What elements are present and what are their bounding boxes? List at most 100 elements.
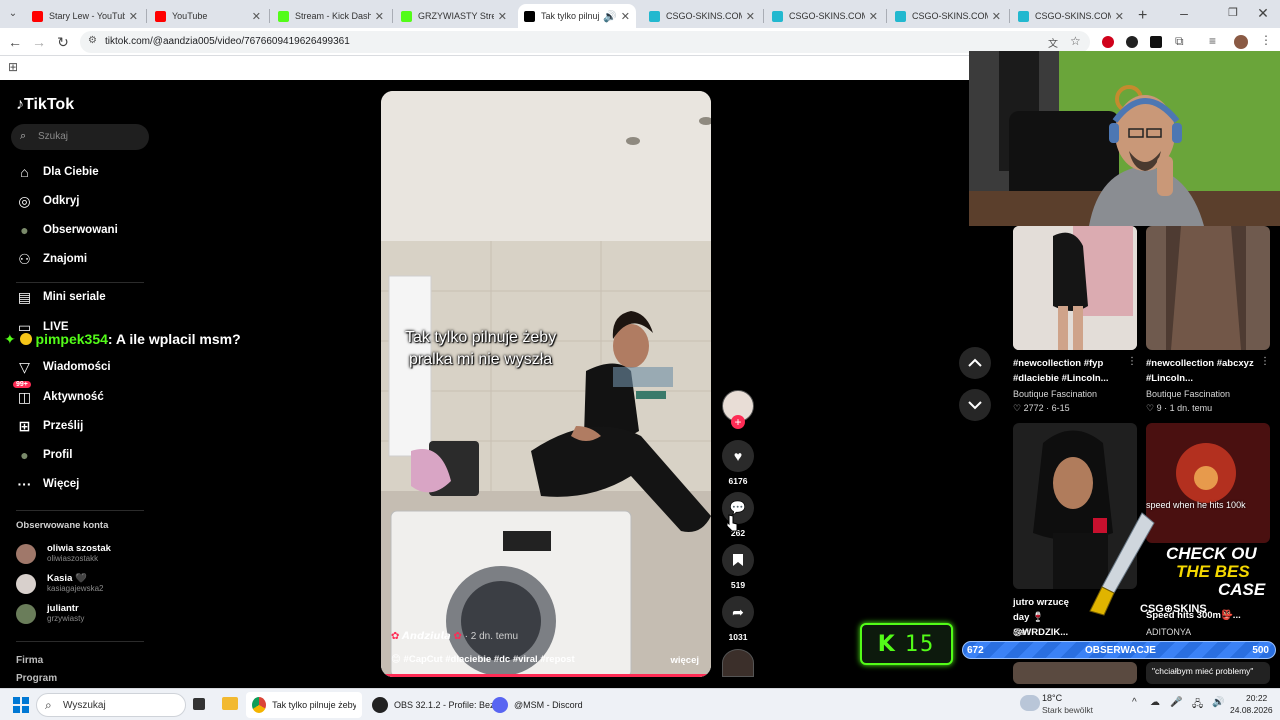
sound-disc-icon[interactable] xyxy=(722,649,754,677)
close-tab-icon[interactable]: ✕ xyxy=(252,10,261,23)
taskbar-app-discord[interactable]: @MSM - Discord xyxy=(492,692,583,718)
adblock-extension-icon[interactable] xyxy=(1102,36,1114,48)
task-view-icon[interactable] xyxy=(193,698,205,710)
audio-icon[interactable]: 🔊 xyxy=(603,10,617,23)
feed-title[interactable]: #newcollection #abcxyz #Lincoln... xyxy=(1146,356,1264,386)
close-tab-icon[interactable]: ✕ xyxy=(992,10,1001,23)
bookmark-star-icon[interactable]: ☆ xyxy=(1070,34,1081,48)
profile-avatar[interactable] xyxy=(1234,35,1248,49)
feed-author[interactable]: ADITONYA xyxy=(1146,627,1191,637)
microphone-icon[interactable]: 🎤 xyxy=(1170,697,1182,708)
video-author[interactable]: 𝘼𝙣𝙙𝙯𝙞𝙪𝙡𝙖 xyxy=(402,631,451,642)
video-hashtags[interactable]: 😊 #CapCut #dlaciebie #dc #viral #repost xyxy=(391,654,575,665)
tab-1[interactable]: Stary Lew - YouTube ✕ xyxy=(26,4,144,28)
tray-app-icon[interactable]: ☁ xyxy=(1150,697,1160,708)
like-button[interactable]: ♥ xyxy=(722,440,754,472)
tab-5[interactable]: Tak tylko pilnuje 🔊 ✕ xyxy=(518,4,636,28)
network-icon[interactable]: 🖧 xyxy=(1192,697,1203,714)
followed-account[interactable]: juliantr grzywiasty xyxy=(16,602,84,626)
forward-icon[interactable]: → xyxy=(30,33,48,51)
close-tab-icon[interactable]: ✕ xyxy=(1115,10,1124,23)
weather-description[interactable]: Stark bewölkt xyxy=(1042,705,1093,715)
search-input[interactable]: ⌕ Szukaj xyxy=(11,124,149,150)
video-progress-bar[interactable] xyxy=(381,674,711,677)
extension-icon[interactable] xyxy=(1150,36,1162,48)
feed-thumbnail[interactable] xyxy=(1013,226,1137,350)
feed-thumbnail[interactable] xyxy=(1146,226,1270,350)
sidebar-item-message[interactable]: ▽ Wiadomości xyxy=(16,356,111,378)
feed-thumbnail[interactable]: "chciałbym mieć problemy" xyxy=(1146,662,1270,684)
feed-author[interactable]: Boutique Fascination xyxy=(1146,389,1230,399)
translate-icon[interactable]: 文 xyxy=(1048,35,1058,50)
new-tab-button[interactable]: + xyxy=(1132,4,1152,28)
sidebar-item-series[interactable]: ▤ Mini seriale xyxy=(16,286,106,308)
previous-video-button[interactable] xyxy=(959,347,991,379)
minimize-icon[interactable]: – xyxy=(1175,4,1193,22)
followed-account[interactable]: Kasia 🖤 kasiagajewska2 xyxy=(16,572,103,596)
tab-search-icon[interactable]: ⌄ xyxy=(4,5,22,23)
share-button[interactable]: ➦ xyxy=(722,596,754,628)
site-info-icon[interactable]: ⚙ xyxy=(88,35,97,46)
sidebar-item-more[interactable]: ··· Więcej xyxy=(16,473,80,495)
sidebar-item-friends[interactable]: ⚇ Znajomi xyxy=(16,248,87,270)
clock-date[interactable]: 24.08.2026 xyxy=(1230,705,1273,715)
sidebar-item-avatar[interactable]: ● Obserwowani xyxy=(16,219,118,241)
tiktok-logo[interactable]: ♪TikTok xyxy=(16,96,74,114)
tab-9[interactable]: CSGO-SKINS.COM - ✕ xyxy=(1012,4,1130,28)
follow-plus-icon[interactable]: + xyxy=(731,415,745,429)
sidebar-item-profile[interactable]: ● Profil xyxy=(16,444,72,466)
tab-8[interactable]: CSGO-SKINS.COM - ✕ xyxy=(889,4,1007,28)
taskbar-search-input[interactable]: ⌕ Wyszukaj xyxy=(36,693,186,717)
reload-icon[interactable]: ↻ xyxy=(54,33,72,51)
sidebar-item-activity[interactable]: ◫ 99+ Aktywność xyxy=(13,381,104,408)
tab-4[interactable]: GRZYWIASTY Stream✕ xyxy=(395,4,513,28)
feed-title[interactable]: #newcollection #fyp #dlaciebie #Lincoln.… xyxy=(1013,356,1131,386)
tab-7[interactable]: CSGO-SKINS.COM - ✕ xyxy=(766,4,884,28)
save-button[interactable] xyxy=(722,544,754,576)
goal-target: 500 xyxy=(1252,645,1269,656)
tab-6[interactable]: CSGO-SKINS.COM - ✕ xyxy=(643,4,761,28)
reading-list-icon[interactable]: ≡ xyxy=(1209,34,1216,48)
video-author-line[interactable]: ✿ 𝘼𝙣𝙙𝙯𝙞𝙪𝙡𝙖 ✿ · 2 dn. temu xyxy=(391,631,518,642)
footer-link-company[interactable]: Firma xyxy=(16,655,43,666)
sidebar-item-compass[interactable]: ◎ Odkryj xyxy=(16,190,79,212)
video-player[interactable]: Tak tylko pilnuje żeby pralka mi nie wys… xyxy=(381,91,711,677)
close-tab-icon[interactable]: ✕ xyxy=(621,10,630,23)
taskbar-app-chrome[interactable]: Tak tylko pilnuje żeby pr xyxy=(246,692,362,718)
tab-3[interactable]: Stream - Kick Dashboard✕ xyxy=(272,4,390,28)
tab-2[interactable]: YouTube ✕ xyxy=(149,4,267,28)
address-bar[interactable]: ⚙ tiktok.com/@aandzia005/video/767660941… xyxy=(80,31,1090,53)
sidebar-item-home[interactable]: ⌂ Dla Ciebie xyxy=(16,161,98,183)
footer-link-program[interactable]: Program xyxy=(16,673,57,684)
close-window-icon[interactable]: ✕ xyxy=(1254,4,1272,22)
close-tab-icon[interactable]: ✕ xyxy=(869,10,878,23)
followed-account[interactable]: oliwia szostak oliwiaszostakk xyxy=(16,542,111,566)
sidebar-item-upload[interactable]: ⊞ Prześlij xyxy=(16,415,84,437)
file-explorer-icon[interactable] xyxy=(222,697,238,710)
back-icon[interactable]: ← xyxy=(6,33,24,51)
close-tab-icon[interactable]: ✕ xyxy=(498,10,507,23)
feed-author[interactable]: Sari xyxy=(1013,627,1029,637)
more-description-button[interactable]: więcej xyxy=(670,655,699,666)
maximize-icon[interactable]: ❐ xyxy=(1224,4,1242,22)
more-options-icon[interactable]: ⋮ xyxy=(1127,356,1137,367)
feed-author[interactable]: Boutique Fascination xyxy=(1013,389,1097,399)
menu-kebab-icon[interactable]: ⋮ xyxy=(1260,33,1272,47)
close-tab-icon[interactable]: ✕ xyxy=(746,10,755,23)
apps-grid-icon[interactable]: ⊞ xyxy=(8,60,18,74)
taskbar-app-obs[interactable]: OBS 32.1.2 - Profile: Bez xyxy=(372,692,495,718)
extensions-puzzle-icon[interactable]: ⧉ xyxy=(1175,34,1184,49)
windows-start-icon[interactable] xyxy=(13,697,29,713)
close-tab-icon[interactable]: ✕ xyxy=(375,10,384,23)
close-tab-icon[interactable]: ✕ xyxy=(129,10,138,23)
next-video-button[interactable] xyxy=(959,389,991,421)
feed-thumbnail[interactable] xyxy=(1013,662,1137,684)
extension-icon[interactable] xyxy=(1126,36,1138,48)
weather-temperature[interactable]: 18°C xyxy=(1042,693,1062,703)
more-options-icon[interactable]: ⋮ xyxy=(1260,356,1270,367)
feed-thumbnail[interactable]: speed when he hits 100k xyxy=(1146,423,1270,543)
csgo-skins-icon xyxy=(649,10,660,22)
volume-icon[interactable]: 🔊 xyxy=(1212,697,1224,708)
tray-chevron-icon[interactable]: ^ xyxy=(1132,697,1137,708)
clock-time[interactable]: 20:22 xyxy=(1246,693,1267,703)
